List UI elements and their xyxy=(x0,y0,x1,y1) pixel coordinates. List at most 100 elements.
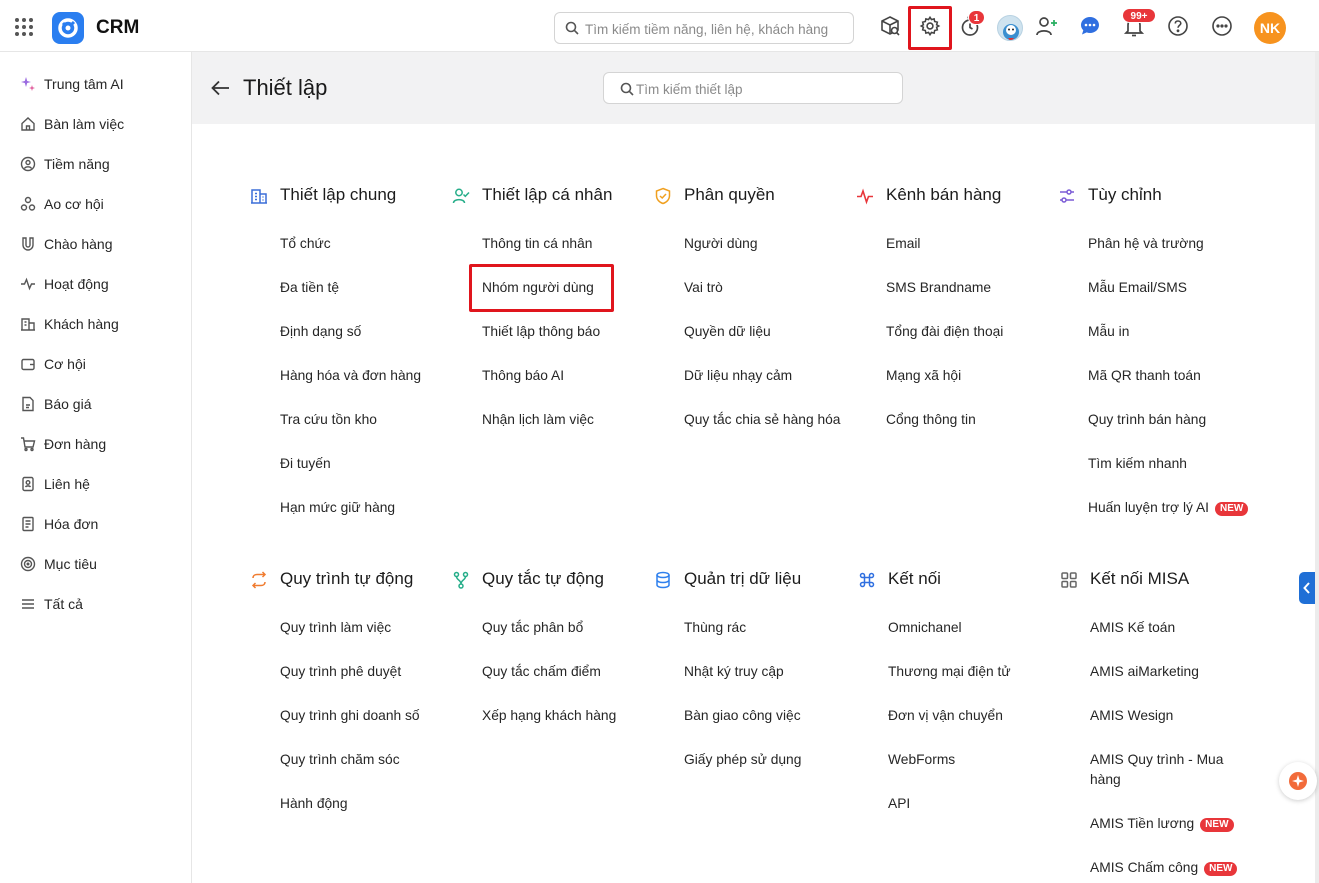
sidebar-item-ai-center[interactable]: Trung tâm AI xyxy=(0,68,191,100)
menu-item-email[interactable]: Email xyxy=(886,234,921,254)
menu-item-call-center[interactable]: Tổng đài điện thoại xyxy=(886,322,1003,342)
bot-avatar-icon[interactable] xyxy=(997,15,1023,41)
more-icon[interactable] xyxy=(1209,13,1235,39)
menu-item-amis-aimarketing[interactable]: AMIS aiMarketing xyxy=(1090,662,1199,682)
crm-logo-icon[interactable] xyxy=(52,12,84,44)
menu-item-license[interactable]: Giấy phép sử dụng xyxy=(684,750,801,770)
settings-search-input[interactable] xyxy=(636,79,896,99)
menu-item-sensitive-data[interactable]: Dữ liệu nhạy cảm xyxy=(684,366,792,386)
menu-item-print-templates[interactable]: Mẫu in xyxy=(1088,322,1129,342)
user-check-icon xyxy=(452,187,470,205)
sidebar-item-offers[interactable]: Chào hàng xyxy=(0,228,191,260)
notification-badge: 99+ xyxy=(1122,8,1156,23)
sidebar-item-activities[interactable]: Hoạt động xyxy=(0,268,191,300)
page-title: Thiết lập xyxy=(243,75,328,100)
sidebar-item-quotes[interactable]: Báo giá xyxy=(0,388,191,420)
menu-item-notification-settings[interactable]: Thiết lập thông báo xyxy=(482,322,600,342)
menu-item-email-sms-templates[interactable]: Mẫu Email/SMS xyxy=(1088,278,1187,298)
new-badge: NEW xyxy=(1200,818,1234,832)
menu-item-payment-qr[interactable]: Mã QR thanh toán xyxy=(1088,366,1201,386)
menu-item-organization[interactable]: Tổ chức xyxy=(280,234,331,254)
menu-item-ai-assistant-training[interactable]: Huấn luyện trợ lý AI NEW xyxy=(1088,498,1249,518)
menu-item-sales-process[interactable]: Quy trình bán hàng xyxy=(1088,410,1206,430)
menu-item-sms-brandname[interactable]: SMS Brandname xyxy=(886,278,991,298)
menu-item-omnichannel[interactable]: Omnichanel xyxy=(888,618,962,638)
menu-item-social-networks[interactable]: Mạng xã hội xyxy=(886,366,961,386)
menu-item-revenue-process[interactable]: Quy trình ghi doanh số xyxy=(280,706,420,726)
menu-item-label: AMIS Tiền lương xyxy=(1090,816,1195,831)
menu-item-work-handover[interactable]: Bàn giao công việc xyxy=(684,706,801,726)
chevron-left-icon xyxy=(1303,582,1310,594)
menu-item-inventory-lookup[interactable]: Tra cứu tồn kho xyxy=(280,410,377,430)
top-bar: CRM 1 xyxy=(0,0,1319,52)
scrollbar[interactable] xyxy=(1315,52,1319,883)
menu-item-data-permissions[interactable]: Quyền dữ liệu xyxy=(684,322,771,342)
menu-item-care-process[interactable]: Quy trình chăm sóc xyxy=(280,750,400,770)
menu-item-approval-process[interactable]: Quy trình phê duyệt xyxy=(280,662,401,682)
menu-item-quick-search[interactable]: Tìm kiếm nhanh xyxy=(1088,454,1187,474)
group-title: Kết nối xyxy=(888,569,941,588)
menu-item-amis-payroll[interactable]: AMIS Tiền lương NEW xyxy=(1090,814,1234,834)
menu-item-shipping-carriers[interactable]: Đơn vị vận chuyển xyxy=(888,706,1003,726)
menu-item-portal[interactable]: Cổng thông tin xyxy=(886,410,976,430)
sidebar-item-label: Cơ hội xyxy=(44,356,86,372)
menu-item-work-process[interactable]: Quy trình làm việc xyxy=(280,618,391,638)
user-avatar[interactable]: NK xyxy=(1254,12,1286,44)
menu-item-customer-ranking[interactable]: Xếp hạng khách hàng xyxy=(482,706,616,726)
menu-item-roles[interactable]: Vai trò xyxy=(684,278,723,298)
menu-icon xyxy=(20,596,36,612)
sidebar-item-label: Liên hệ xyxy=(44,476,90,492)
menu-item-number-format[interactable]: Định dạng số xyxy=(280,322,361,342)
sidebar-item-label: Bàn làm việc xyxy=(44,116,125,132)
package-search-icon[interactable] xyxy=(877,13,903,39)
sidebar-item-contacts[interactable]: Liên hệ xyxy=(0,468,191,500)
ai-assistant-button[interactable] xyxy=(1279,762,1317,800)
menu-item-ai-notifications[interactable]: Thông báo AI xyxy=(482,366,564,386)
menu-item-trash[interactable]: Thùng rác xyxy=(684,618,746,638)
menu-item-goods-orders[interactable]: Hàng hóa và đơn hàng xyxy=(280,366,421,386)
menu-item-api[interactable]: API xyxy=(888,794,910,814)
app-title[interactable]: CRM xyxy=(96,17,139,39)
settings-search-box[interactable] xyxy=(603,72,903,104)
menu-item-amis-purchasing[interactable]: AMIS Quy trình - Mua hàng xyxy=(1090,750,1240,790)
menu-item-actions[interactable]: Hành động xyxy=(280,794,348,814)
menu-item-personal-info[interactable]: Thông tin cá nhân xyxy=(482,234,592,254)
wallet-icon xyxy=(20,356,36,372)
add-user-icon[interactable] xyxy=(1034,13,1060,39)
global-search-input[interactable] xyxy=(585,19,847,39)
sidebar-item-desk[interactable]: Bàn làm việc xyxy=(0,108,191,140)
menu-item-webforms[interactable]: WebForms xyxy=(888,750,955,770)
back-arrow-icon[interactable] xyxy=(210,78,232,98)
menu-item-users[interactable]: Người dùng xyxy=(684,234,758,254)
sidebar-item-leads[interactable]: Tiềm năng xyxy=(0,148,191,180)
help-icon[interactable] xyxy=(1165,13,1191,39)
apps-grid-icon[interactable] xyxy=(14,17,34,37)
sidebar-item-all[interactable]: Tất cả xyxy=(0,588,191,620)
panel-collapse-button[interactable] xyxy=(1299,572,1315,604)
menu-item-label: AMIS Chấm công xyxy=(1090,860,1199,875)
sidebar-item-goals[interactable]: Mục tiêu xyxy=(0,548,191,580)
menu-item-ecommerce[interactable]: Thương mại điện tử xyxy=(888,662,1011,682)
menu-item-hold-limit[interactable]: Hạn mức giữ hàng xyxy=(280,498,395,518)
menu-item-work-schedule[interactable]: Nhận lịch làm việc xyxy=(482,410,594,430)
menu-item-allocation-rules[interactable]: Quy tắc phân bổ xyxy=(482,618,583,638)
sidebar-item-invoices[interactable]: Hóa đơn xyxy=(0,508,191,540)
sidebar-item-opportunities[interactable]: Cơ hội xyxy=(0,348,191,380)
global-search-box[interactable] xyxy=(554,12,854,44)
new-badge: NEW xyxy=(1215,502,1249,516)
ai-sparkle-icon xyxy=(1289,772,1307,790)
menu-item-amis-accounting[interactable]: AMIS Kế toán xyxy=(1090,618,1175,638)
menu-item-routes[interactable]: Đi tuyến xyxy=(280,454,331,474)
menu-item-scoring-rules[interactable]: Quy tắc chấm điểm xyxy=(482,662,601,682)
menu-item-modules-fields[interactable]: Phân hệ và trường xyxy=(1088,234,1204,254)
menu-item-multi-currency[interactable]: Đa tiền tệ xyxy=(280,278,339,298)
menu-item-access-log[interactable]: Nhật ký truy cập xyxy=(684,662,784,682)
chat-icon[interactable] xyxy=(1077,13,1103,39)
sidebar-item-opportunity-pool[interactable]: Ao cơ hội xyxy=(0,188,191,220)
menu-item-goods-sharing-rules[interactable]: Quy tắc chia sẻ hàng hóa xyxy=(684,410,840,430)
target-icon xyxy=(20,156,36,172)
menu-item-amis-wesign[interactable]: AMIS Wesign xyxy=(1090,706,1173,726)
sidebar-item-orders[interactable]: Đơn hàng xyxy=(0,428,191,460)
menu-item-amis-timekeeping[interactable]: AMIS Chấm công NEW xyxy=(1090,858,1238,878)
sidebar-item-customers[interactable]: Khách hàng xyxy=(0,308,191,340)
